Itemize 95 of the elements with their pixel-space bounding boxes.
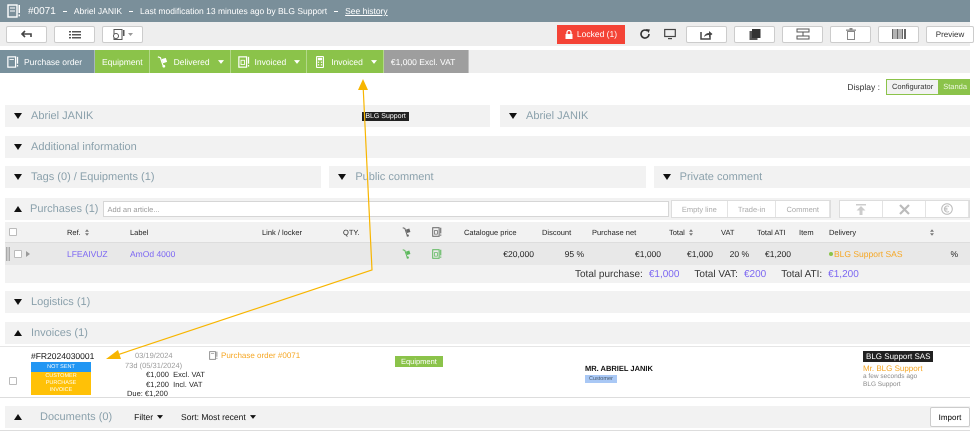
delete-button[interactable] [830, 26, 871, 42]
status-step[interactable]: Equipment [95, 50, 150, 73]
table-cell: 20 % [730, 249, 749, 259]
panel-title: Abriel JANIK [526, 110, 588, 122]
calculator-icon [314, 56, 326, 68]
split-button[interactable] [782, 26, 823, 42]
back-arrow-icon [20, 30, 32, 38]
document-caret-icon [112, 28, 134, 40]
article-link[interactable]: LFEAIVUZ [67, 249, 108, 259]
table-cell: €20,000 [503, 249, 534, 259]
supplier-name: BLG Support SAS [834, 249, 903, 259]
panel-title: Additional information [31, 141, 137, 153]
list-button[interactable] [54, 26, 95, 42]
sort-icon[interactable] [930, 228, 934, 236]
modification-info: Last modification 13 minutes ago by BLG Support [140, 6, 328, 16]
customer-name: Abriel JANIK [74, 6, 122, 16]
status-step[interactable]: Delivered [150, 50, 231, 73]
panel-title: Private comment [680, 171, 762, 183]
comment-panel[interactable]: Tags (0) / Equipments (1) [5, 166, 322, 188]
total-label: Total ATI: [781, 268, 822, 280]
select-all-checkbox[interactable] [9, 228, 17, 236]
table-cell: €1,200 [765, 249, 791, 259]
article-link[interactable]: AmOd 4000 [130, 249, 176, 259]
euro-icon [941, 203, 953, 215]
section-title: Documents (0) [40, 411, 112, 423]
display-label: Display : [847, 82, 880, 92]
caret-icon [250, 415, 256, 419]
row-checkbox[interactable] [14, 250, 22, 258]
table-cell: €1,000 [635, 249, 661, 259]
total-value: €1,200 [828, 268, 859, 280]
document-icon [7, 56, 19, 68]
collapse-icon[interactable] [14, 206, 22, 212]
table-cell: €1,000 [687, 249, 713, 259]
share-icon [700, 28, 713, 40]
total-label: Total VAT: [694, 268, 738, 280]
hand-truck-icon [402, 227, 412, 237]
sort-dropdown[interactable]: Sort: Most recent [181, 412, 256, 422]
source-order-link[interactable]: Purchase order #0071 [221, 351, 300, 360]
caret-icon [370, 60, 377, 64]
status-step[interactable]: Invoiced [307, 50, 384, 73]
logistics-section[interactable]: Logistics (1) [5, 291, 970, 313]
invoices-section[interactable]: Invoices (1) [5, 322, 970, 344]
table-cell: % [950, 249, 958, 259]
collapse-icon[interactable] [14, 414, 22, 420]
back-button[interactable] [6, 26, 47, 42]
copy-icon [748, 28, 760, 40]
document-icon [7, 4, 21, 18]
split-icon [796, 28, 810, 40]
company-badge: BLG Support SAS [863, 351, 934, 362]
import-button[interactable]: Import [930, 407, 970, 427]
invoice-icon [238, 56, 250, 68]
total-value: €200 [744, 268, 766, 280]
invoice-row[interactable] [0, 346, 970, 398]
move-top-icon [856, 204, 866, 214]
barcode-button[interactable] [878, 26, 919, 42]
caret-icon [157, 415, 164, 419]
preview-button[interactable]: Preview [926, 26, 974, 42]
trash-icon [846, 28, 856, 40]
section-title: Invoices (1) [31, 327, 88, 339]
filter-dropdown[interactable]: Filter [134, 412, 164, 422]
customer-panel[interactable]: Abriel JANIK [500, 105, 970, 127]
hand-truck-icon [156, 56, 169, 68]
list-icon [68, 30, 80, 38]
invoice-checkbox[interactable] [9, 377, 17, 385]
total-label: Total purchase: [575, 268, 643, 280]
total-value: €1,000 [648, 268, 680, 280]
locked-button[interactable]: Locked (1) [557, 24, 625, 44]
invoice-icon [432, 227, 442, 237]
panel-title: Tags (0) / Equipments (1) [31, 171, 154, 183]
caret-icon [218, 60, 224, 64]
share-button[interactable] [686, 26, 727, 42]
refresh-icon[interactable] [639, 28, 651, 40]
section-title: Purchases (1) [30, 203, 98, 215]
order-number: #0071 [28, 6, 56, 16]
monitor-icon[interactable] [664, 28, 676, 40]
sort-icon [84, 228, 89, 236]
history-link[interactable]: See history [345, 6, 388, 16]
status-step[interactable]: Invoiced [230, 50, 308, 73]
barcode-icon [892, 29, 906, 39]
settings-menu-button[interactable] [102, 26, 143, 42]
contact-person: Mr. BLG Support [863, 364, 923, 373]
caret-icon [294, 60, 300, 64]
additional-info-panel[interactable]: Additional information [5, 136, 970, 158]
document-icon [209, 351, 218, 360]
status-step[interactable]: Purchase order [0, 50, 95, 73]
sort-icon [688, 228, 693, 236]
section-title: Logistics (1) [31, 296, 90, 308]
panel-title: Abriel JANIK [31, 110, 94, 122]
comment-panel[interactable]: Private comment [654, 166, 970, 188]
status-step[interactable]: €1,000 Excl. VAT [384, 50, 470, 73]
drag-handle-icon[interactable] [6, 247, 10, 261]
table-cell: 95 % [564, 249, 584, 259]
close-icon [898, 204, 910, 214]
copy-button[interactable] [734, 26, 775, 42]
lock-icon [564, 30, 573, 38]
